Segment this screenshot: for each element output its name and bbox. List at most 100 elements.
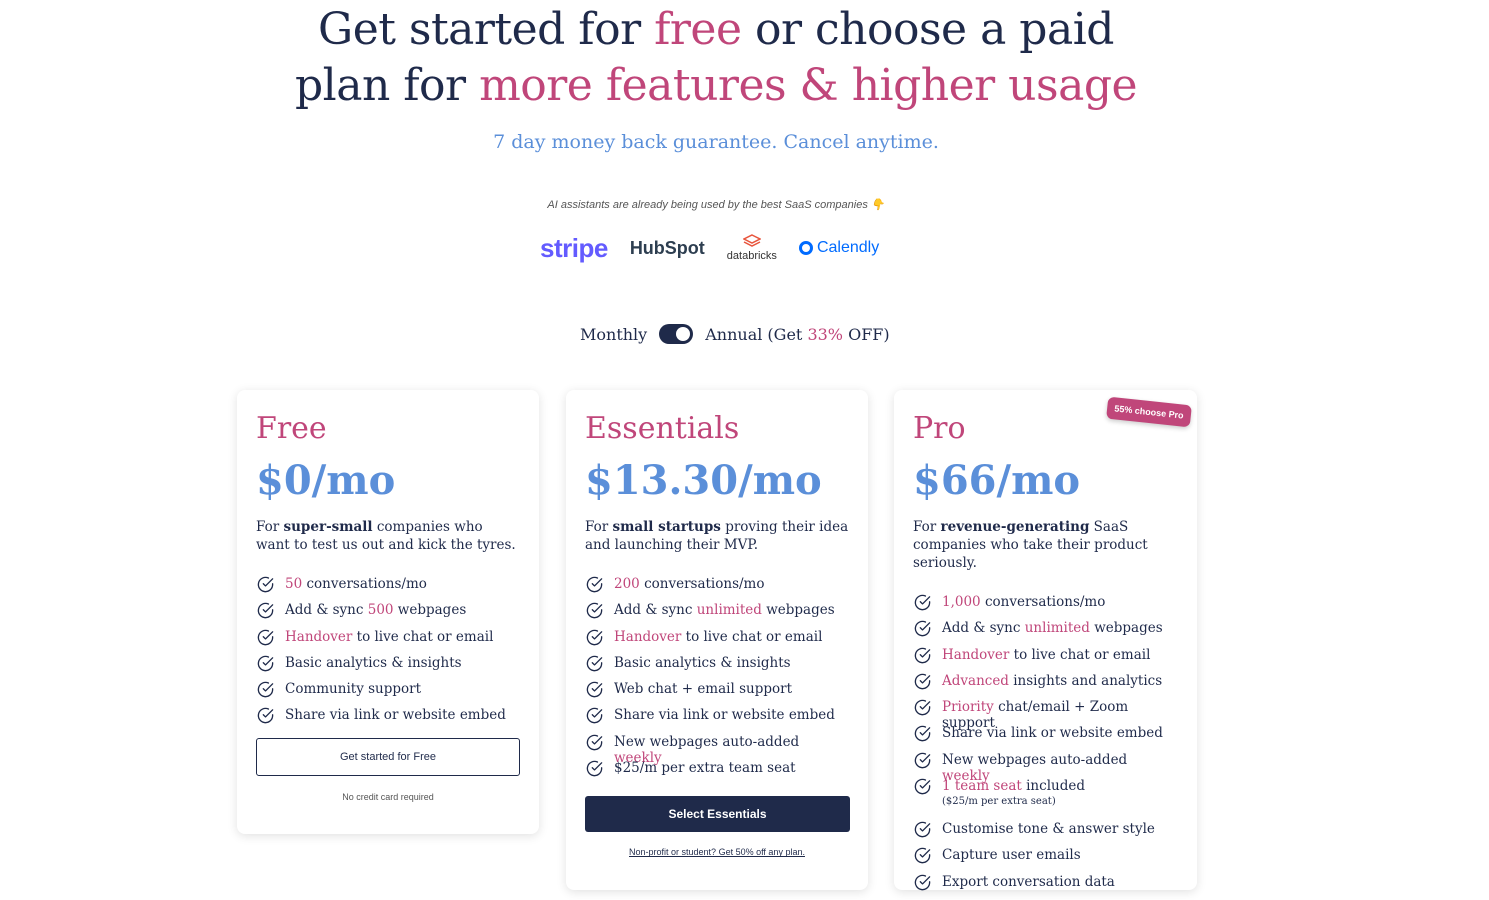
headline: Get started for free or choose a paid pl… <box>0 2 1432 114</box>
feature-item: New webpages auto-added weekly <box>585 733 849 766</box>
plan-card-essentials: Essentials $13.30/mo For small startups … <box>566 390 868 890</box>
plan-name: Essentials <box>585 411 740 446</box>
check-circle-icon <box>585 575 604 594</box>
check-circle-icon <box>913 698 932 717</box>
check-circle-icon <box>913 820 932 839</box>
check-circle-icon <box>913 672 932 691</box>
feature-text: Advanced insights and analytics <box>942 672 1163 689</box>
feature-text: Customise tone & answer style <box>942 821 1155 838</box>
check-circle-icon <box>585 759 604 778</box>
feature-text: 1 team seat included ($25/m per extra sea… <box>942 778 1085 808</box>
check-circle-icon <box>585 733 604 752</box>
plan-card-pro: Pro $66/mo For revenue-generating SaaS c… <box>894 390 1197 890</box>
check-circle-icon <box>256 680 275 699</box>
check-circle-icon <box>913 619 932 638</box>
feature-item: Add & sync unlimited webpages <box>913 620 1178 646</box>
feature-text: Handover to live chat or email <box>614 628 823 645</box>
feature-text: Add & sync 500 webpages <box>285 602 467 619</box>
billing-period-toggle[interactable] <box>659 324 694 344</box>
feature-item: Handover to live chat or email <box>585 629 849 655</box>
check-circle-icon <box>585 654 604 673</box>
feature-text: 50 conversations/mo <box>285 576 427 592</box>
feature-item: 50 conversations/mo <box>256 576 520 602</box>
feature-item: Share via link or website embed <box>913 725 1178 751</box>
calendly-logo: Calendly <box>798 239 879 257</box>
billing-toggle-row: Monthly Annual (Get 33% OFF) <box>580 324 890 344</box>
feature-item: Share via link or website embed <box>585 707 849 733</box>
feature-text: Add & sync unlimited webpages <box>614 602 835 619</box>
feature-list: 200 conversations/mo Add & sync unlimited… <box>585 576 849 786</box>
feature-text: $25/m per extra team seat <box>614 760 796 777</box>
check-circle-icon <box>256 601 275 620</box>
plan-price: $66/mo <box>913 457 1081 504</box>
databricks-logo: databricks <box>727 234 777 262</box>
feature-text: Share via link or website embed <box>942 725 1163 742</box>
feature-item: Handover to live chat or email <box>913 647 1178 673</box>
plan-description: For small startups proving their idea an… <box>585 519 849 553</box>
feature-list: 50 conversations/mo Add & sync 500 webpag… <box>256 576 520 734</box>
social-proof-text: AI assistants are already being used by … <box>547 199 885 211</box>
check-circle-icon <box>913 846 932 865</box>
check-circle-icon <box>585 601 604 620</box>
toggle-knob <box>676 327 691 341</box>
feature-text: Handover to live chat or email <box>285 628 494 645</box>
plan-price: $0/mo <box>256 457 396 504</box>
headline-line1: Get started for free or choose a paid <box>318 4 1114 55</box>
select-essentials-button[interactable]: Select Essentials <box>585 796 850 833</box>
monthly-label[interactable]: Monthly <box>580 325 647 344</box>
feature-item: 200 conversations/mo <box>585 576 849 602</box>
get-started-free-button[interactable]: Get started for Free <box>256 737 520 776</box>
calendly-mark-icon <box>798 241 813 255</box>
feature-item: Basic analytics & insights <box>256 655 520 681</box>
feature-text: Handover to live chat or email <box>942 646 1151 663</box>
feature-subnote: ($25/m per extra seat) <box>942 796 1056 808</box>
check-circle-icon <box>913 724 932 743</box>
guarantee-subheading: 7 day money back guarantee. Cancel anyti… <box>493 131 939 153</box>
check-circle-icon <box>913 593 932 612</box>
check-circle-icon <box>913 646 932 665</box>
feature-list: 1,000 conversations/mo Add & sync unlimit… <box>913 594 1178 900</box>
check-circle-icon <box>256 575 275 594</box>
feature-text: Export conversation data <box>942 873 1115 890</box>
feature-item: Community support <box>256 681 520 707</box>
plan-card-free: Free $0/mo For super-small companies who… <box>237 390 539 834</box>
check-circle-icon <box>913 751 932 770</box>
feature-text: 1,000 conversations/mo <box>942 594 1106 610</box>
non-profit-discount-link[interactable]: Non-profit or student? Get 50% off any p… <box>585 847 849 857</box>
feature-text: Share via link or website embed <box>614 707 835 724</box>
feature-item: Add & sync unlimited webpages <box>585 602 849 628</box>
feature-text: Add & sync unlimited webpages <box>942 620 1163 637</box>
plan-price: $13.30/mo <box>585 457 822 504</box>
stripe-logo: stripe <box>540 232 608 263</box>
check-circle-icon <box>585 680 604 699</box>
hubspot-logo: HubSpot <box>629 237 705 258</box>
feature-item: Customise tone & answer style <box>913 821 1178 847</box>
feature-item: Priority chat/email + Zoom support <box>913 698 1178 731</box>
feature-item: Advanced insights and analytics <box>913 673 1178 699</box>
feature-item: Basic analytics & insights <box>585 655 849 681</box>
feature-item: 1 team seat included ($25/m per extra sea… <box>913 778 1178 821</box>
feature-item: Export conversation data <box>913 874 1178 900</box>
feature-text: Web chat + email support <box>614 681 792 698</box>
plan-description: For revenue-generating SaaS companies wh… <box>913 519 1148 571</box>
feature-text: Community support <box>285 681 422 698</box>
feature-item: Add & sync 500 webpages <box>256 602 520 628</box>
check-circle-icon <box>256 706 275 725</box>
feature-text: Basic analytics & insights <box>614 654 791 671</box>
plan-description: For super-small companies who want to te… <box>256 519 516 553</box>
check-circle-icon <box>256 628 275 647</box>
feature-text: Share via link or website embed <box>285 707 506 724</box>
check-circle-icon <box>913 873 932 892</box>
check-circle-icon <box>913 777 932 796</box>
feature-text: Basic analytics & insights <box>285 654 462 671</box>
databricks-mark-icon <box>742 234 761 248</box>
annual-label[interactable]: Annual (Get 33% OFF) <box>705 325 889 344</box>
check-circle-icon <box>256 654 275 673</box>
check-circle-icon <box>585 628 604 647</box>
no-credit-card-note: No credit card required <box>342 791 434 802</box>
headline-line2: plan for more features & higher usage <box>294 60 1138 111</box>
customer-logos: stripe HubSpot databricks Calendly <box>540 226 900 270</box>
feature-item: Handover to live chat or email <box>256 629 520 655</box>
feature-item: Share via link or website embed <box>256 707 520 733</box>
feature-item: New webpages auto-added weekly <box>913 751 1178 784</box>
